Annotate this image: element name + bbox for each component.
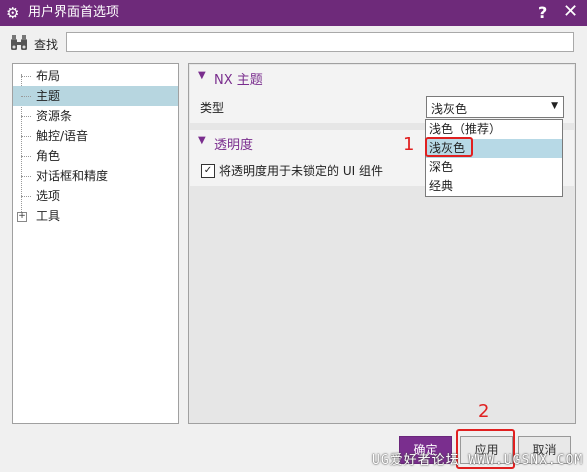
- tree-item-label: 布局: [36, 69, 61, 83]
- tree-item-label: 触控/语音: [36, 129, 89, 143]
- tree-item-theme[interactable]: 主题: [13, 86, 178, 106]
- tree-item-dialog-precision[interactable]: 对话框和精度: [13, 166, 178, 186]
- tree-item-options[interactable]: 选项: [13, 186, 178, 206]
- transparency-checkbox-label: 将透明度用于未锁定的 UI 组件: [219, 164, 383, 178]
- transparency-checkbox[interactable]: ✓: [201, 164, 215, 178]
- search-label: 查找: [34, 38, 59, 52]
- theme-section: ▼ NX 主题 类型 浅灰色 ▼: [190, 65, 574, 123]
- annotation-highlight-box-1: [425, 137, 473, 157]
- section-title: NX 主题: [214, 73, 263, 88]
- selected-value: 浅灰色: [431, 102, 468, 116]
- tree-item-tools[interactable]: + 工具: [13, 206, 178, 226]
- tree-item-label: 主题: [36, 89, 61, 103]
- help-button[interactable]: ?: [538, 2, 547, 24]
- tree-item-label: 选项: [36, 189, 61, 203]
- expand-plus-icon[interactable]: +: [17, 212, 27, 222]
- close-button[interactable]: ✕: [563, 1, 578, 23]
- settings-gear-icon: ⚙: [6, 4, 20, 22]
- category-tree[interactable]: 布局 主题 资源条 触控/语音 角色 对话框和精度 选项 + 工具: [12, 63, 179, 424]
- tree-item-label: 工具: [36, 209, 61, 223]
- section-title: 透明度: [214, 138, 254, 153]
- tree-item-label: 资源条: [36, 109, 73, 123]
- tree-item-label: 角色: [36, 149, 61, 163]
- search-row: 查找: [8, 32, 578, 56]
- theme-section-header[interactable]: ▼ NX 主题: [190, 65, 574, 89]
- collapse-arrow-icon: ▼: [198, 135, 206, 146]
- search-input[interactable]: [66, 32, 574, 52]
- collapse-arrow-icon: ▼: [198, 70, 206, 81]
- dropdown-arrow-icon: ▼: [551, 101, 558, 111]
- tree-item-label: 对话框和精度: [36, 169, 109, 183]
- annotation-marker-2: 2: [478, 401, 490, 422]
- theme-type-select[interactable]: 浅灰色 ▼: [426, 96, 564, 118]
- tree-item-layout[interactable]: 布局: [13, 66, 178, 86]
- tree-item-touch-voice[interactable]: 触控/语音: [13, 126, 178, 146]
- title-bar: ⚙ 用户界面首选项 ? ✕: [0, 0, 587, 26]
- type-label: 类型: [200, 101, 225, 115]
- tree-item-resource-bar[interactable]: 资源条: [13, 106, 178, 126]
- watermark-text: UG爱好者论坛 WWW.UGSNX.COM: [372, 453, 584, 468]
- window-title: 用户界面首选项: [28, 5, 120, 20]
- binoculars-icon: [11, 35, 27, 50]
- dropdown-option[interactable]: 深色: [426, 158, 562, 177]
- annotation-marker-1: 1: [403, 134, 415, 155]
- dropdown-option[interactable]: 经典: [426, 177, 562, 196]
- settings-panel: ▼ NX 主题 类型 浅灰色 ▼ ▼ 透明度 ✓ 将透明度用于未锁定的 UI 组…: [188, 63, 576, 424]
- theme-dropdown-list: 浅色（推荐） 浅灰色 深色 经典: [425, 119, 563, 197]
- tree-item-role[interactable]: 角色: [13, 146, 178, 166]
